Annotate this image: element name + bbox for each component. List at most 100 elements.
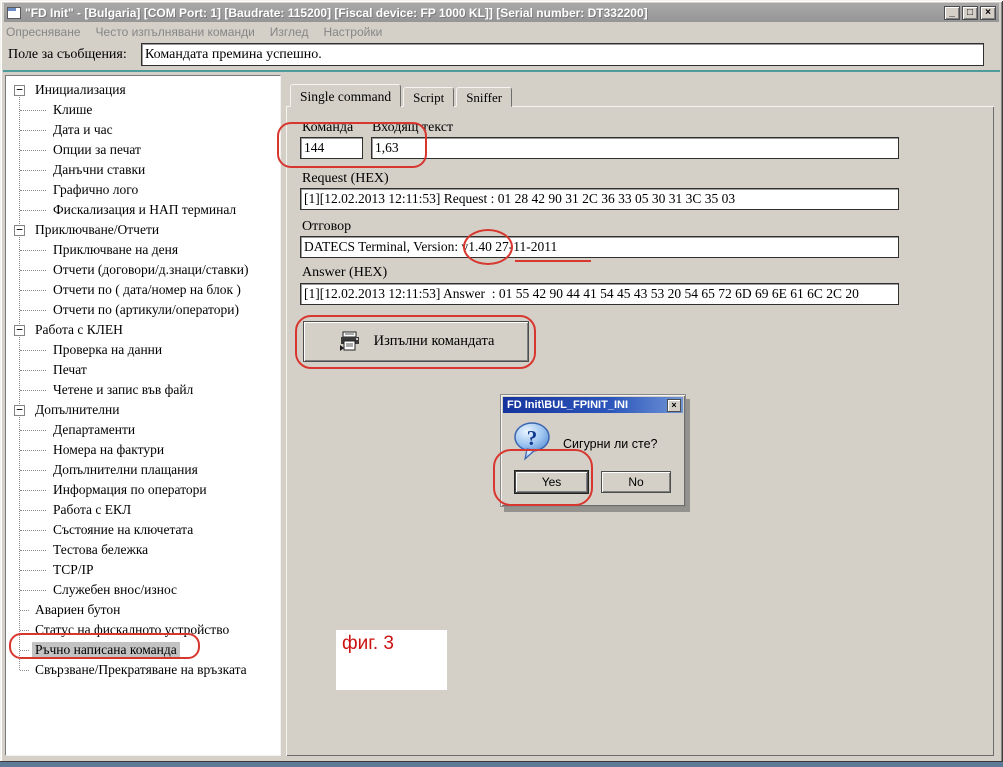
- message-field-label: Поле за съобщения:: [8, 47, 127, 63]
- tree-item-label: Департаменти: [50, 422, 138, 438]
- tree-item-label: Печат: [50, 362, 90, 378]
- response-label: Отговор: [302, 219, 351, 235]
- maximize-button[interactable]: □: [962, 6, 978, 20]
- tree-item-label: TCP/IP: [50, 562, 97, 578]
- tree-item-label: Тестова бележка: [50, 542, 151, 558]
- tab-single-command[interactable]: Single command: [290, 84, 401, 107]
- app-window: "FD Init" - [Bulgaria] [COM Port: 1] [Ba…: [0, 0, 1003, 767]
- question-icon: ?: [513, 421, 551, 463]
- tree-item-label: Информация по оператори: [50, 482, 210, 498]
- bottom-edge-strip: [0, 761, 1003, 767]
- tree-item[interactable]: Отчети по ( дата/номер на блок ): [6, 280, 280, 300]
- request-hex-label: Request (HEX): [302, 171, 389, 187]
- tab-script[interactable]: Script: [403, 87, 454, 107]
- tree-item[interactable]: Отчети по (артикули/оператори): [6, 300, 280, 320]
- tree-item[interactable]: Свързване/Прекратяване на връзката: [6, 660, 280, 680]
- window-controls: _ □ ×: [944, 6, 996, 20]
- tree-collapse-icon[interactable]: −: [14, 325, 25, 336]
- tree-item[interactable]: Опции за печат: [6, 140, 280, 160]
- tree-item[interactable]: Статус на фискалното устройство: [6, 620, 280, 640]
- tree-item[interactable]: Дата и час: [6, 120, 280, 140]
- navigation-tree: −ИнициализацияКлишеДата и часОпции за пе…: [6, 76, 280, 680]
- tree-item[interactable]: Тестова бележка: [6, 540, 280, 560]
- no-button[interactable]: No: [601, 471, 671, 493]
- tree-collapse-icon[interactable]: −: [14, 225, 25, 236]
- svg-text:?: ?: [527, 426, 538, 450]
- title-bar: "FD Init" - [Bulgaria] [COM Port: 1] [Ba…: [4, 3, 999, 22]
- dialog-close-icon[interactable]: ×: [667, 399, 681, 412]
- tree-collapse-icon[interactable]: −: [14, 85, 25, 96]
- menu-item[interactable]: Настройки: [323, 25, 382, 39]
- tree-item[interactable]: Графично лого: [6, 180, 280, 200]
- message-field-input[interactable]: [141, 43, 984, 66]
- navigation-tree-panel: −ИнициализацияКлишеДата и часОпции за пе…: [5, 75, 281, 756]
- execute-command-button[interactable]: Изпълни командата: [303, 321, 529, 362]
- tree-item-label: Четене и запис във файл: [50, 382, 196, 398]
- tree-item[interactable]: Информация по оператори: [6, 480, 280, 500]
- tree-item-label: Авариен бутон: [32, 602, 123, 618]
- input-text-input[interactable]: [371, 137, 899, 159]
- tree-item[interactable]: Състояние на ключетата: [6, 520, 280, 540]
- tree-item[interactable]: Работа с ЕКЛ: [6, 500, 280, 520]
- figure-label: фиг. 3: [342, 633, 394, 654]
- tree-item[interactable]: −Работа с КЛЕН: [6, 320, 280, 340]
- tree-item-label: Фискализация и НАП терминал: [50, 202, 239, 218]
- tree-item-label: Отчети по (артикули/оператори): [50, 302, 242, 318]
- tree-item[interactable]: −Допълнителни: [6, 400, 280, 420]
- tree-item-label: Дата и час: [50, 122, 116, 138]
- close-button[interactable]: ×: [980, 6, 996, 20]
- menu-item[interactable]: Често изпълнявани команди: [96, 25, 255, 39]
- answer-hex-input[interactable]: [300, 283, 899, 305]
- menu-item[interactable]: Изглед: [270, 25, 309, 39]
- tab-strip: Single commandScriptSniffer: [290, 84, 514, 107]
- tree-item[interactable]: Фискализация и НАП терминал: [6, 200, 280, 220]
- tree-item[interactable]: −Инициализация: [6, 80, 280, 100]
- confirmation-dialog: FD Init\BUL_FPINIT_INI × ? Сигурни ли ст…: [500, 394, 686, 507]
- tree-item-label: Ръчно написана команда: [32, 642, 180, 658]
- tree-item[interactable]: Допълнителни плащания: [6, 460, 280, 480]
- tree-item-label: Работа с КЛЕН: [32, 322, 126, 338]
- tree-item-label: Отчети (договори/д.знаци/ставки): [50, 262, 251, 278]
- dialog-title-bar: FD Init\BUL_FPINIT_INI ×: [503, 397, 683, 413]
- tree-item-label: Състояние на ключетата: [50, 522, 196, 538]
- tree-item[interactable]: Печат: [6, 360, 280, 380]
- request-hex-input[interactable]: [300, 188, 899, 210]
- separator-line: [3, 70, 1000, 72]
- tree-item[interactable]: Приключване на деня: [6, 240, 280, 260]
- tree-item[interactable]: Служебен внос/износ: [6, 580, 280, 600]
- minimize-button[interactable]: _: [944, 6, 960, 20]
- command-input[interactable]: [300, 137, 363, 159]
- tree-item-label: Проверка на данни: [50, 342, 165, 358]
- tree-item[interactable]: Четене и запис във файл: [6, 380, 280, 400]
- tree-item[interactable]: Проверка на данни: [6, 340, 280, 360]
- tab-sniffer[interactable]: Sniffer: [456, 87, 512, 107]
- tree-item[interactable]: TCP/IP: [6, 560, 280, 580]
- tree-item-label: Статус на фискалното устройство: [32, 622, 232, 638]
- execute-command-label: Изпълни командата: [374, 333, 495, 350]
- tree-collapse-icon[interactable]: −: [14, 405, 25, 416]
- input-text-label: Входящ текст: [372, 120, 453, 136]
- tree-item[interactable]: Клише: [6, 100, 280, 120]
- app-icon: [7, 7, 21, 19]
- tree-item-label: Служебен внос/износ: [50, 582, 180, 598]
- tree-item[interactable]: Номера на фактури: [6, 440, 280, 460]
- tree-item-label: Опции за печат: [50, 142, 144, 158]
- tree-item[interactable]: Авариен бутон: [6, 600, 280, 620]
- dialog-title: FD Init\BUL_FPINIT_INI: [507, 399, 667, 411]
- tree-item[interactable]: Отчети (договори/д.знаци/ставки): [6, 260, 280, 280]
- yes-button[interactable]: Yes: [515, 471, 588, 493]
- tree-item-label: Клише: [50, 102, 95, 118]
- tree-item-label: Данъчни ставки: [50, 162, 148, 178]
- tree-item-label: Приключване/Отчети: [32, 222, 162, 238]
- tree-item-label: Номера на фактури: [50, 442, 167, 458]
- tree-item[interactable]: −Приключване/Отчети: [6, 220, 280, 240]
- menu-item[interactable]: Опресняване: [6, 25, 81, 39]
- tree-item-label: Отчети по ( дата/номер на блок ): [50, 282, 244, 298]
- tree-item[interactable]: Департаменти: [6, 420, 280, 440]
- tree-item[interactable]: Данъчни ставки: [6, 160, 280, 180]
- response-input[interactable]: [300, 236, 899, 258]
- window-title: "FD Init" - [Bulgaria] [COM Port: 1] [Ba…: [25, 6, 940, 20]
- tree-item-label: Инициализация: [32, 82, 129, 98]
- menu-bar: Опресняване Често изпълнявани команди Изгл…: [6, 24, 382, 40]
- tree-item[interactable]: Ръчно написана команда: [6, 640, 280, 660]
